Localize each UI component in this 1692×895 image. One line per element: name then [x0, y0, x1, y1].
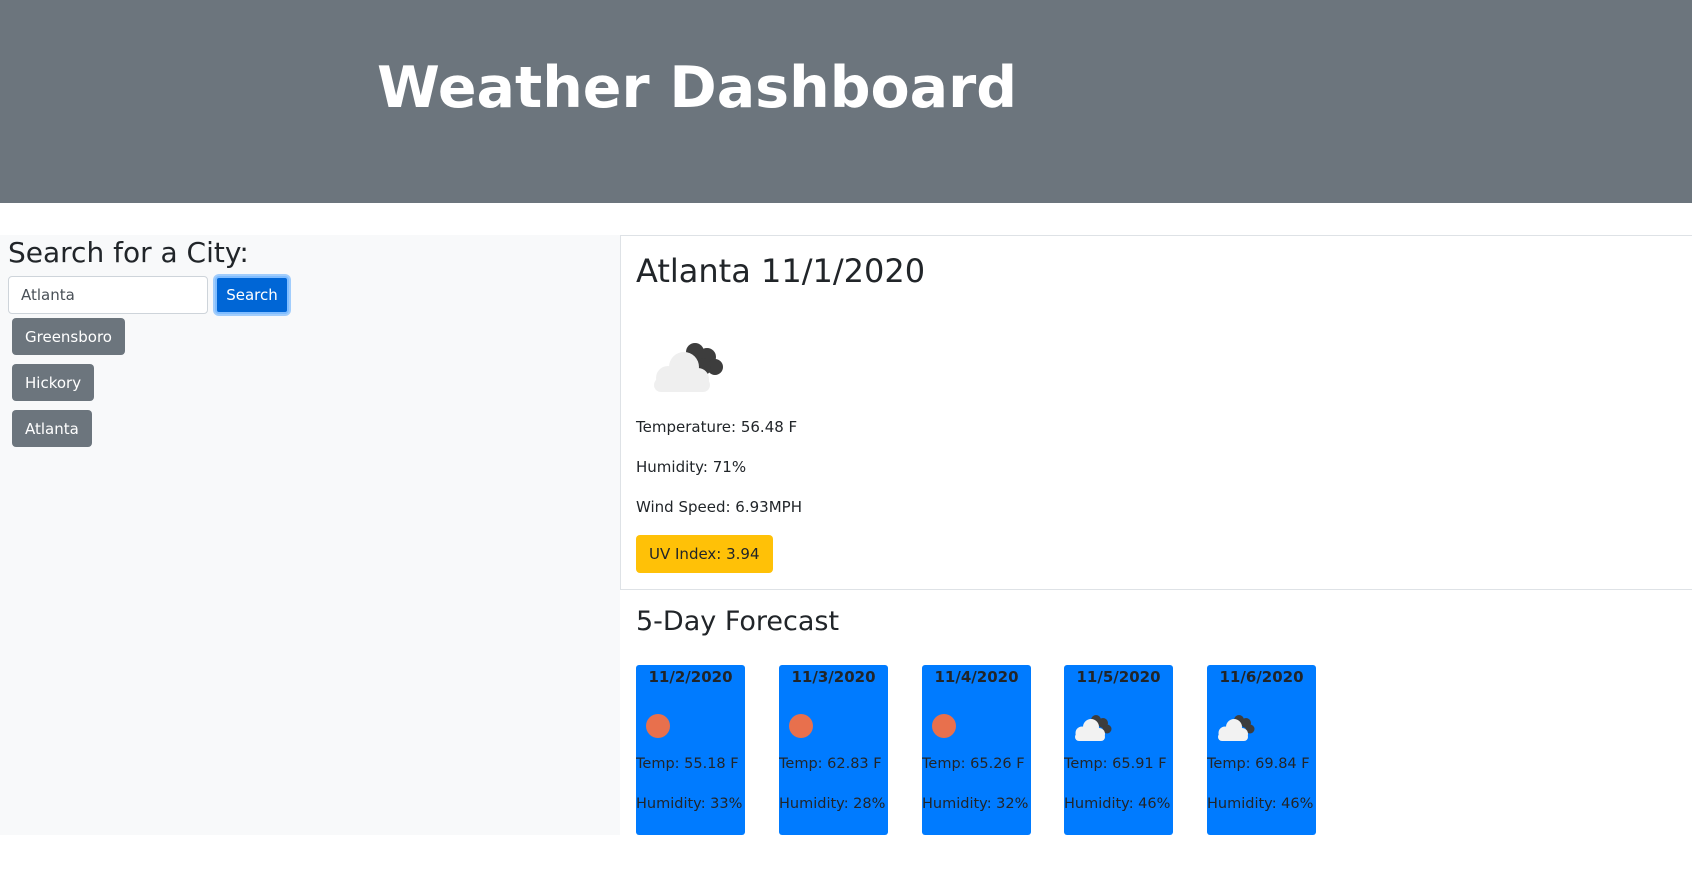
forecast-temp: Temp: 65.91 F — [1064, 756, 1167, 772]
forecast-humidity: Humidity: 46% — [1064, 796, 1171, 812]
forecast-title: 5-Day Forecast — [636, 606, 840, 637]
sun-icon — [932, 714, 956, 738]
forecast-date: 11/4/2020 — [934, 668, 1019, 686]
current-wind-speed: Wind Speed: 6.93MPH — [636, 498, 802, 516]
broken-clouds-icon — [654, 343, 723, 392]
forecast-temp: Temp: 69.84 F — [1207, 756, 1310, 772]
city-search-input[interactable] — [8, 276, 208, 314]
current-city-title: Atlanta 11/1/2020 — [636, 252, 926, 290]
forecast-humidity: Humidity: 28% — [779, 796, 886, 812]
search-button[interactable]: Search — [215, 276, 289, 314]
page-title: Weather Dashboard — [377, 55, 1018, 121]
history-button-greensboro[interactable]: Greensboro — [12, 318, 125, 355]
forecast-date: 11/6/2020 — [1219, 668, 1304, 686]
search-heading: Search for a City: — [8, 236, 249, 269]
current-temperature: Temperature: 56.48 F — [636, 418, 798, 436]
forecast-date: 11/5/2020 — [1076, 668, 1161, 686]
history-button-hickory[interactable]: Hickory — [12, 364, 95, 401]
forecast-temp: Temp: 65.26 F — [922, 756, 1025, 772]
forecast-card-day-3: 11/4/2020 Temp: 65.26 F Humidity: 32% — [922, 665, 1031, 835]
forecast-humidity: Humidity: 46% — [1207, 796, 1314, 812]
uv-index-badge: UV Index: 3.94 — [636, 535, 773, 573]
forecast-card-day-2: 11/3/2020 Temp: 62.83 F Humidity: 28% — [779, 665, 888, 835]
forecast-temp: Temp: 62.83 F — [779, 756, 882, 772]
sun-icon — [789, 714, 813, 738]
sun-icon — [646, 714, 670, 738]
history-button-atlanta[interactable]: Atlanta — [12, 410, 92, 447]
forecast-date: 11/3/2020 — [791, 668, 876, 686]
broken-clouds-icon — [1075, 715, 1112, 741]
forecast-humidity: Humidity: 33% — [636, 796, 743, 812]
forecast-card-day-4: 11/5/2020 Temp: 65.91 F Humidity: 46% — [1064, 665, 1173, 835]
forecast-card-day-1: 11/2/2020 Temp: 55.18 F Humidity: 33% — [636, 665, 745, 835]
header-banner: Weather Dashboard — [0, 0, 1692, 203]
broken-clouds-icon — [1218, 715, 1255, 741]
forecast-card-day-5: 11/6/2020 Temp: 69.84 F Humidity: 46% — [1207, 665, 1316, 835]
forecast-humidity: Humidity: 32% — [922, 796, 1029, 812]
forecast-date: 11/2/2020 — [648, 668, 733, 686]
current-humidity: Humidity: 71% — [636, 458, 747, 476]
forecast-temp: Temp: 55.18 F — [636, 756, 739, 772]
